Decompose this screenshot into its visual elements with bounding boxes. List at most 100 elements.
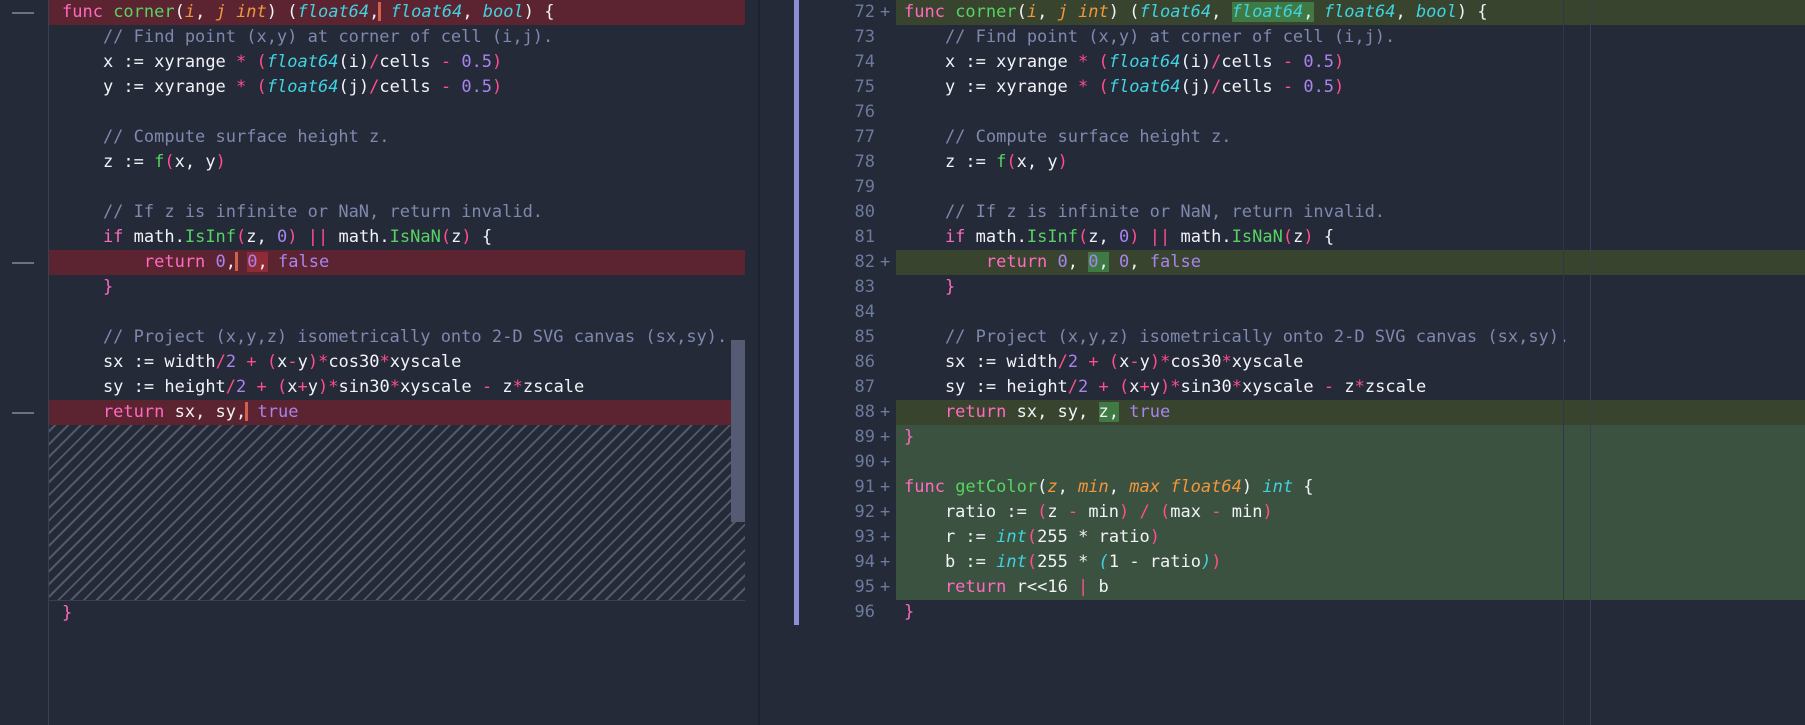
modified-line-content[interactable]: sy := height/2 + (x+y)*sin30*xyscale - z…: [896, 375, 1805, 400]
original-code-line[interactable]: sx := width/2 + (x-y)*cos30*xyscale: [0, 350, 760, 375]
modified-line-content[interactable]: return 0, 0, 0, false: [896, 250, 1805, 275]
modified-line-content[interactable]: [896, 450, 1805, 475]
original-line-content[interactable]: [48, 100, 760, 125]
modified-line-content[interactable]: return sx, sy, z, true: [896, 400, 1805, 425]
original-line-content[interactable]: x := xyrange * (float64(i)/cells - 0.5): [48, 50, 760, 75]
modified-code-line[interactable]: 81 if math.IsInf(z, 0) || math.IsNaN(z) …: [760, 225, 1805, 250]
original-line-content[interactable]: sx := width/2 + (x-y)*cos30*xyscale: [48, 350, 760, 375]
original-code-line[interactable]: // If z is infinite or NaN, return inval…: [0, 200, 760, 225]
code-token: cos30: [1170, 352, 1222, 372]
modified-code-line[interactable]: 88 + return sx, sy, z, true: [760, 400, 1805, 425]
modified-code-line[interactable]: 78 z := f(x, y): [760, 150, 1805, 175]
original-line-content[interactable]: sy := height/2 + (x+y)*sin30*xyscale - z…: [48, 375, 760, 400]
original-code-line[interactable]: y := xyrange * (float64(j)/cells - 0.5): [0, 75, 760, 100]
modified-code-line[interactable]: 74 x := xyrange * (float64(i)/cells - 0.…: [760, 50, 1805, 75]
original-line-content[interactable]: }: [48, 275, 760, 300]
modified-line-content[interactable]: [896, 100, 1805, 125]
modified-line-content[interactable]: // Compute surface height z.: [896, 125, 1805, 150]
modified-line-content[interactable]: // If z is infinite or NaN, return inval…: [896, 200, 1805, 225]
original-code-line[interactable]: x := xyrange * (float64(i)/cells - 0.5): [0, 50, 760, 75]
original-line-content[interactable]: // Find point (x,y) at corner of cell (i…: [48, 25, 760, 50]
modified-line-content[interactable]: }: [896, 425, 1805, 450]
original-line-content[interactable]: // Compute surface height z.: [48, 125, 760, 150]
modified-code-line[interactable]: 96}: [760, 600, 1805, 625]
original-code-line[interactable]: // Project (x,y,z) isometrically onto 2-…: [0, 325, 760, 350]
original-line-content[interactable]: return 0, 0, false: [48, 250, 760, 275]
modified-code-line[interactable]: 86 sx := width/2 + (x-y)*cos30*xyscale: [760, 350, 1805, 375]
original-code-line[interactable]: func corner(i, j int) (float64, float64,…: [0, 0, 760, 25]
modified-line-content[interactable]: if math.IsInf(z, 0) || math.IsNaN(z) {: [896, 225, 1805, 250]
modified-line-content[interactable]: z := f(x, y): [896, 150, 1805, 175]
original-code-line[interactable]: if math.IsInf(z, 0) || math.IsNaN(z) {: [0, 225, 760, 250]
modified-line-content[interactable]: r := int(255 * ratio): [896, 525, 1805, 550]
modified-line-content[interactable]: }: [896, 275, 1805, 300]
line-number: 75: [854, 77, 875, 97]
original-code-line[interactable]: return 0, 0, false: [0, 250, 760, 275]
original-code-line[interactable]: [0, 175, 760, 200]
original-code-line[interactable]: // Find point (x,y) at corner of cell (i…: [0, 25, 760, 50]
modified-line-content[interactable]: // Find point (x,y) at corner of cell (i…: [896, 25, 1805, 50]
modified-line-content[interactable]: b := int(255 * (1 - ratio)): [896, 550, 1805, 575]
modified-code-line[interactable]: 91 + func getColor(z, min, max float64) in…: [760, 475, 1805, 500]
modified-line-content[interactable]: ratio := (z - min) / (max - min): [896, 500, 1805, 525]
modified-code-line[interactable]: 85 // Project (x,y,z) isometrically onto…: [760, 325, 1805, 350]
modified-code-line[interactable]: 73 // Find point (x,y) at corner of cell…: [760, 25, 1805, 50]
code-token: (: [1026, 552, 1038, 572]
original-line-content[interactable]: }: [48, 601, 760, 626]
modified-code-line[interactable]: 90 +: [760, 450, 1805, 475]
modified-line-content[interactable]: [896, 175, 1805, 200]
code-token: func: [62, 2, 114, 22]
original-code-line[interactable]: [0, 300, 760, 325]
modified-code-line[interactable]: 93 + r := int(255 * ratio): [760, 525, 1805, 550]
diff-pane-modified[interactable]: 72 + func corner(i, j int) (float64, float…: [760, 0, 1805, 725]
original-line-content[interactable]: if math.IsInf(z, 0) || math.IsNaN(z) {: [48, 225, 760, 250]
modified-code-line[interactable]: 84: [760, 300, 1805, 325]
modified-code-rows[interactable]: 72 + func corner(i, j int) (float64, float…: [760, 0, 1805, 625]
original-line-content[interactable]: func corner(i, j int) (float64, float64,…: [48, 0, 760, 25]
modified-line-content[interactable]: [896, 300, 1805, 325]
modified-code-line[interactable]: 89 +}: [760, 425, 1805, 450]
original-line-content[interactable]: return sx, sy, true: [48, 400, 760, 425]
modified-line-content[interactable]: func getColor(z, min, max float64) int {: [896, 475, 1805, 500]
original-line-content[interactable]: y := xyrange * (float64(j)/cells - 0.5): [48, 75, 760, 100]
modified-line-content[interactable]: y := xyrange * (float64(j)/cells - 0.5): [896, 75, 1805, 100]
original-code-line[interactable]: [0, 100, 760, 125]
code-token: 1: [1108, 552, 1130, 572]
modified-code-line[interactable]: 79: [760, 175, 1805, 200]
original-code-line[interactable]: }: [0, 601, 760, 626]
original-code-line[interactable]: }: [0, 275, 760, 300]
modified-code-line[interactable]: 80 // If z is infinite or NaN, return in…: [760, 200, 1805, 225]
modified-code-line[interactable]: 92 + ratio := (z - min) / (max - min): [760, 500, 1805, 525]
diff-pane-original[interactable]: func corner(i, j int) (float64, float64,…: [0, 0, 760, 725]
original-line-content[interactable]: // If z is infinite or NaN, return inval…: [48, 200, 760, 225]
modified-line-content[interactable]: func corner(i, j int) (float64, float64,…: [896, 0, 1805, 25]
modified-code-line[interactable]: 72 + func corner(i, j int) (float64, float…: [760, 0, 1805, 25]
code-token: (: [1098, 552, 1109, 572]
code-token: float64: [1323, 2, 1396, 22]
original-line-content[interactable]: // Project (x,y,z) isometrically onto 2-…: [48, 325, 760, 350]
modified-code-line[interactable]: 94 + b := int(255 * (1 - ratio)): [760, 550, 1805, 575]
modified-code-line[interactable]: 82 + return 0, 0, 0, false: [760, 250, 1805, 275]
original-code-line[interactable]: return sx, sy, true: [0, 400, 760, 425]
original-code-line[interactable]: z := f(x, y): [0, 150, 760, 175]
modified-line-content[interactable]: }: [896, 600, 1805, 625]
modified-line-content[interactable]: return r<<16 | b: [896, 575, 1805, 600]
modified-code-line[interactable]: 75 y := xyrange * (float64(j)/cells - 0.…: [760, 75, 1805, 100]
modified-code-line[interactable]: 95 + return r<<16 | b: [760, 575, 1805, 600]
original-line-content[interactable]: z := f(x, y): [48, 150, 760, 175]
modified-code-line[interactable]: 87 sy := height/2 + (x+y)*sin30*xyscale …: [760, 375, 1805, 400]
original-code-line[interactable]: // Compute surface height z.: [0, 125, 760, 150]
modified-code-line[interactable]: 77 // Compute surface height z.: [760, 125, 1805, 150]
original-line-content[interactable]: [48, 175, 760, 200]
vertical-scrollbar-thumb[interactable]: [731, 340, 745, 522]
modified-line-content[interactable]: sx := width/2 + (x-y)*cos30*xyscale: [896, 350, 1805, 375]
original-code-rows[interactable]: func corner(i, j int) (float64, float64,…: [0, 0, 760, 425]
original-code-line[interactable]: sy := height/2 + (x+y)*sin30*xyscale - z…: [0, 375, 760, 400]
modified-line-content[interactable]: // Project (x,y,z) isometrically onto 2-…: [896, 325, 1805, 350]
modified-code-line[interactable]: 76: [760, 100, 1805, 125]
modified-code-line[interactable]: 83 }: [760, 275, 1805, 300]
original-line-content[interactable]: [48, 300, 760, 325]
modified-line-content[interactable]: x := xyrange * (float64(i)/cells - 0.5): [896, 50, 1805, 75]
